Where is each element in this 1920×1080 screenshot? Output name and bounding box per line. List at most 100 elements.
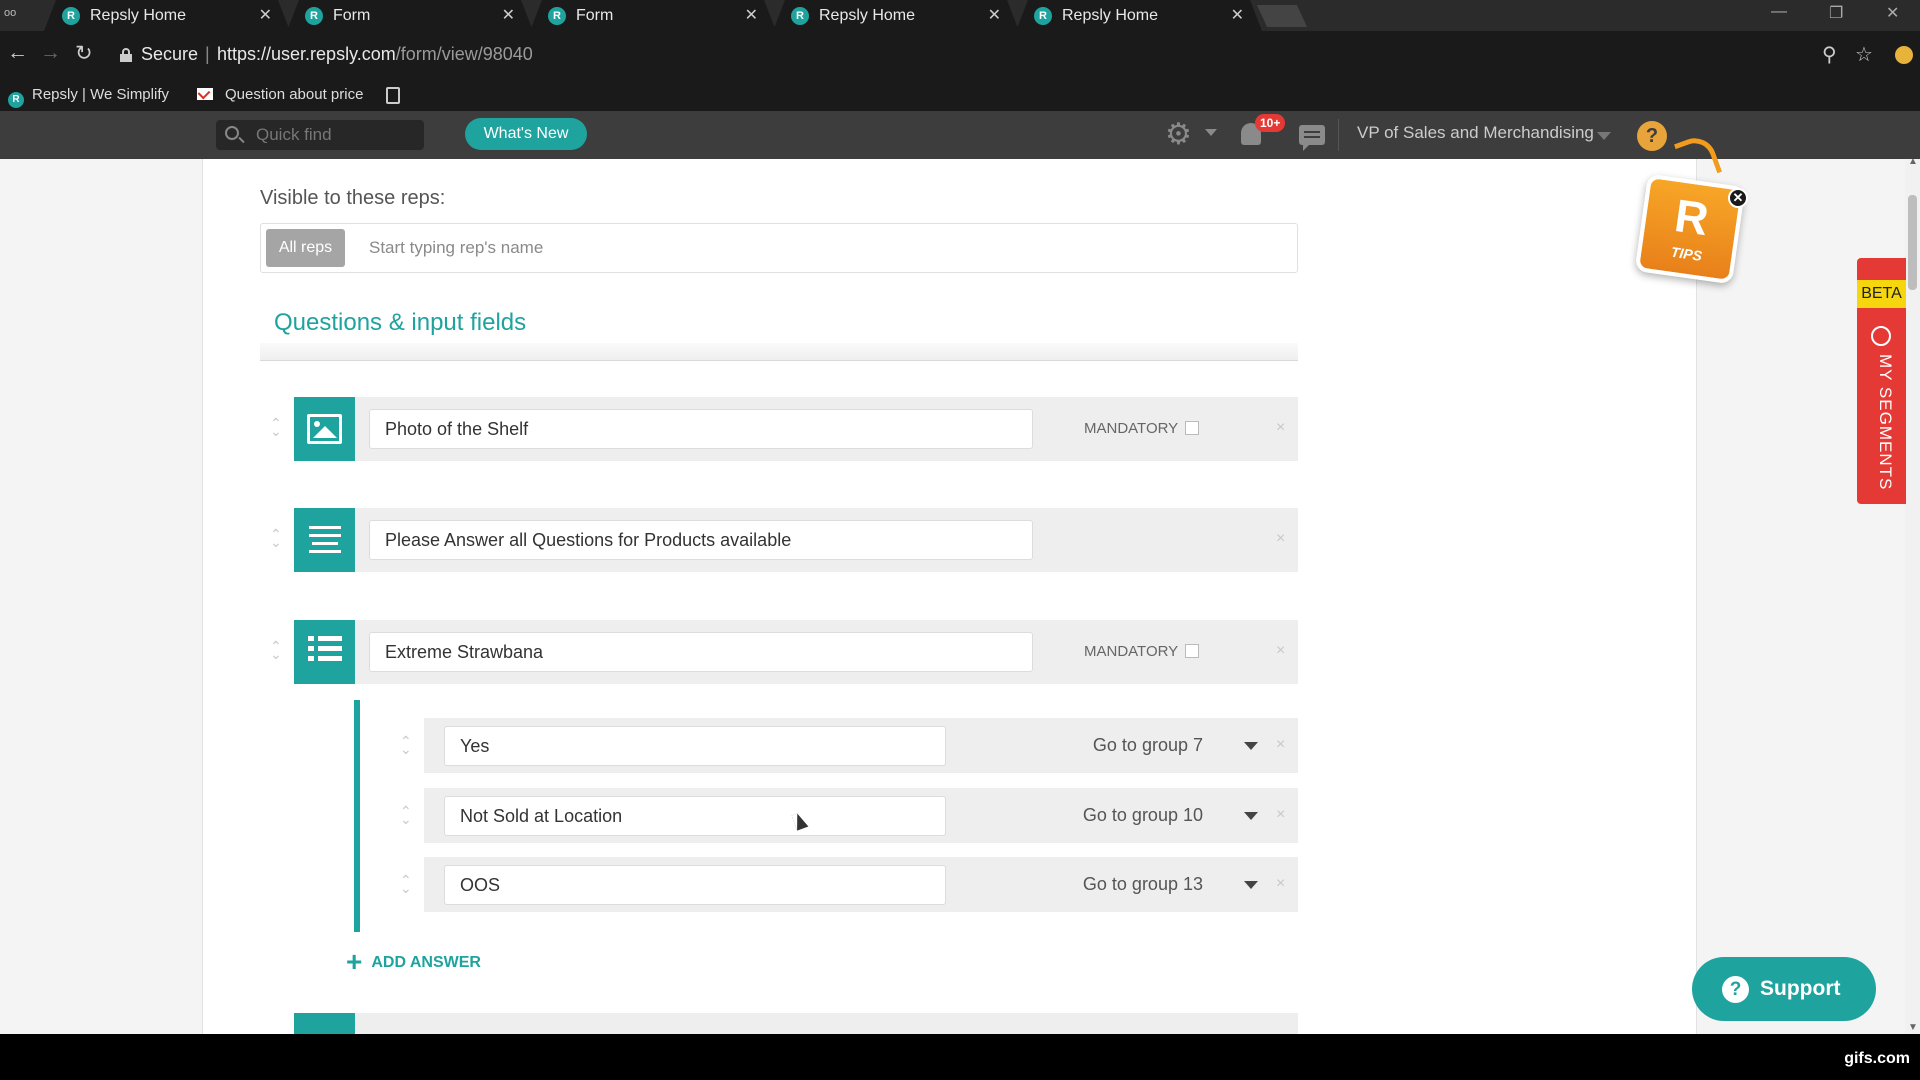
app-header: What's New ⚙ 10+ VP of Sales and Merchan…: [0, 111, 1920, 159]
drag-handle-icon[interactable]: ⌃ ⌄: [400, 734, 412, 756]
question-row: [294, 1013, 1298, 1034]
search-icon: [225, 126, 239, 140]
new-tab-button[interactable]: [1256, 5, 1308, 27]
add-answer-button[interactable]: + ADD ANSWER: [346, 946, 481, 978]
restore-icon[interactable]: ❐: [1829, 3, 1843, 23]
go-to-group-select[interactable]: Go to group 13: [1083, 874, 1203, 895]
answer-text-input[interactable]: [444, 796, 946, 836]
quick-find: [216, 120, 424, 150]
section-divider: [260, 343, 1298, 361]
remove-question-icon[interactable]: ×: [1276, 530, 1285, 548]
support-label: Support: [1760, 977, 1841, 1000]
paragraph-icon: [294, 508, 355, 572]
minimize-icon[interactable]: —: [1771, 3, 1787, 21]
user-role-menu[interactable]: VP of Sales and Merchandising: [1357, 123, 1594, 143]
back-icon[interactable]: ←: [7, 41, 28, 65]
chevron-down-icon[interactable]: [1597, 132, 1611, 140]
video-footer: gifs.com: [0, 1034, 1920, 1080]
bookmark-repsly[interactable]: R Repsly | We Simplify: [8, 86, 169, 108]
bookmark-question[interactable]: Question about price: [197, 86, 363, 103]
whats-new-button[interactable]: What's New: [465, 118, 587, 150]
lock-icon: [120, 48, 132, 62]
bookmark-star-icon[interactable]: ☆: [1855, 42, 1873, 67]
url-separator: |: [205, 44, 210, 64]
question-row: ⌃⌄ MANDATORY ×: [270, 397, 1298, 461]
close-window-icon[interactable]: ✕: [1886, 3, 1899, 23]
answer-row: ⌃⌄ Go to group 13 ×: [400, 857, 1298, 912]
rep-name-input[interactable]: [369, 236, 969, 260]
my-segments-tab[interactable]: BETA MY SEGMENTS: [1857, 258, 1906, 504]
mandatory-checkbox[interactable]: [1185, 421, 1199, 435]
question-text-input[interactable]: [369, 632, 1033, 672]
watermark: gifs.com: [1844, 1050, 1910, 1067]
all-reps-tag[interactable]: All reps: [266, 229, 345, 267]
zoom-icon[interactable]: ⚲: [1822, 42, 1837, 67]
remove-answer-icon[interactable]: ×: [1276, 736, 1285, 754]
tab-title: Repsly Home: [90, 7, 187, 24]
drag-handle-icon[interactable]: ⌃ ⌄: [400, 804, 412, 826]
support-button[interactable]: ? Support: [1692, 957, 1876, 1021]
drag-handle-icon[interactable]: ⌃ ⌄: [400, 873, 412, 895]
question-text-input[interactable]: [369, 409, 1033, 449]
browser-tab[interactable]: R Repsly Home ✕: [1016, 0, 1262, 31]
quick-find-input[interactable]: [256, 125, 416, 145]
drag-handle-icon[interactable]: ⌃ ⌄: [270, 639, 282, 661]
chevron-down-icon[interactable]: [1244, 742, 1258, 750]
extension-icon[interactable]: [1895, 46, 1913, 64]
close-tab-icon[interactable]: ✕: [259, 5, 272, 25]
browser-tab[interactable]: R Form ✕: [287, 0, 533, 31]
url-field[interactable]: https://user.repsly.com/form/view/98040: [217, 44, 533, 65]
reps-selector: All reps: [260, 223, 1298, 273]
notification-badge: 10+: [1255, 114, 1286, 132]
close-tab-icon[interactable]: ✕: [502, 5, 515, 25]
chevron-down-icon[interactable]: [1244, 881, 1258, 889]
go-to-group-select[interactable]: Go to group 7: [1093, 735, 1203, 756]
close-tab-icon[interactable]: ✕: [988, 5, 1001, 25]
forward-icon[interactable]: →: [40, 41, 61, 65]
tab-title: Form: [333, 7, 371, 24]
segments-label: MY SEGMENTS: [1876, 354, 1895, 491]
plus-icon: +: [346, 946, 363, 977]
secure-label: Secure: [141, 44, 199, 64]
scroll-up-icon[interactable]: ▲: [1908, 159, 1918, 167]
answer-text-input[interactable]: [444, 865, 946, 905]
chevron-down-icon[interactable]: [1244, 812, 1258, 820]
drag-handle-icon[interactable]: ⌃ ⌄: [270, 527, 282, 549]
remove-answer-icon[interactable]: ×: [1276, 806, 1285, 824]
beta-badge: BETA: [1857, 280, 1906, 308]
browser-tab[interactable]: R Form ✕: [530, 0, 776, 31]
reload-icon[interactable]: ↻: [75, 41, 93, 66]
remove-question-icon[interactable]: ×: [1276, 419, 1285, 437]
chat-icon[interactable]: [1299, 125, 1325, 151]
close-tab-icon[interactable]: ✕: [745, 5, 758, 25]
close-tab-icon[interactable]: ✕: [1231, 5, 1244, 25]
mandatory-checkbox[interactable]: [1185, 644, 1199, 658]
scrollbar-thumb[interactable]: [1908, 195, 1917, 290]
go-to-group-select[interactable]: Go to group 10: [1083, 805, 1203, 826]
question-icon: ?: [1722, 976, 1749, 1003]
browser-tab[interactable]: R Repsly Home ✕: [44, 0, 290, 31]
close-icon[interactable]: ✕: [1728, 188, 1748, 208]
answer-text-input[interactable]: [444, 726, 946, 766]
bookmark-label: Question about price: [225, 86, 364, 103]
tips-badge[interactable]: R TIPS: [1634, 173, 1746, 285]
repsly-favicon-icon: R: [8, 92, 24, 108]
remove-answer-icon[interactable]: ×: [1276, 875, 1285, 893]
scroll-down-icon[interactable]: ▼: [1908, 1022, 1918, 1033]
repsly-favicon-icon: R: [1034, 7, 1052, 25]
page-scrollbar[interactable]: ▲ ▼: [1905, 159, 1920, 1034]
divider: [1338, 119, 1339, 151]
answers-rail: [354, 700, 360, 932]
mandatory-label: MANDATORY: [1084, 643, 1179, 660]
visibility-label: Visible to these reps:: [260, 187, 446, 209]
tab-title: Form: [576, 7, 614, 24]
question-text-input[interactable]: [369, 520, 1033, 560]
gear-icon[interactable]: ⚙: [1165, 120, 1192, 150]
browser-tab[interactable]: R Repsly Home ✕: [773, 0, 1019, 31]
help-icon[interactable]: ?: [1637, 121, 1667, 151]
window-menu-icon[interactable]: oo: [4, 7, 24, 23]
chevron-down-icon[interactable]: [1205, 129, 1217, 136]
drag-handle-icon[interactable]: ⌃ ⌄: [270, 416, 282, 438]
remove-question-icon[interactable]: ×: [1276, 642, 1285, 660]
document-icon[interactable]: [386, 87, 400, 104]
